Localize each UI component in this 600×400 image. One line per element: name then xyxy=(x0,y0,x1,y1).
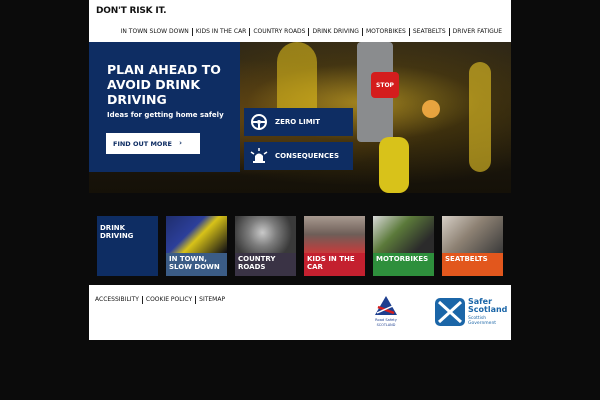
hero-subtitle: Ideas for getting home safely xyxy=(107,111,224,119)
tile-in-town-slow-down[interactable]: IN TOWN, SLOW DOWN xyxy=(166,216,227,276)
site-logo[interactable]: DON'T RISK IT. xyxy=(96,6,166,16)
gov-line-2: Government xyxy=(468,321,497,326)
tile-label: MOTORBIKES xyxy=(373,253,434,276)
site-footer: ACCESSIBILITY COOKIE POLICY SITEMAP Road… xyxy=(89,285,511,340)
saltire-icon xyxy=(435,298,465,326)
tile-image xyxy=(442,216,503,253)
tile-image xyxy=(373,216,434,253)
nav-item-motorbikes[interactable]: MOTORBIKES xyxy=(361,28,409,36)
road-safety-scotland-text: SCOTLAND xyxy=(377,323,396,327)
nav-item-seatbelts[interactable]: SEATBELTS xyxy=(408,28,449,36)
zero-limit-label: ZERO LIMIT xyxy=(275,118,321,126)
steering-wheel-icon xyxy=(249,112,269,132)
hero-background-rail xyxy=(469,62,491,172)
nav-item-country-roads[interactable]: COUNTRY ROADS xyxy=(249,28,308,36)
consequences-button[interactable]: CONSEQUENCES xyxy=(244,142,353,170)
tile-kids-in-the-car[interactable]: KIDS IN THE CAR xyxy=(304,216,365,276)
hero-stop-button-image: STOP xyxy=(371,72,399,98)
tile-seatbelts[interactable]: SEATBELTS xyxy=(442,216,503,276)
hero-pole-handle xyxy=(379,137,409,193)
tile-drink-driving[interactable]: DRINK DRIVING xyxy=(97,216,158,276)
tile-image xyxy=(235,216,296,253)
tile-country-roads[interactable]: COUNTRY ROADS xyxy=(235,216,296,276)
tile-label: COUNTRY ROADS xyxy=(235,253,296,276)
footer-links: ACCESSIBILITY COOKIE POLICY SITEMAP xyxy=(95,296,228,304)
tile-label: KIDS IN THE CAR xyxy=(304,253,365,276)
hero-background-light xyxy=(422,100,440,118)
scottish-government-text: Scottish Government xyxy=(468,316,496,326)
hero-title: PLAN AHEAD TO AVOID DRINK DRIVING xyxy=(107,62,221,107)
hero-promo-box: PLAN AHEAD TO AVOID DRINK DRIVING Ideas … xyxy=(89,42,240,172)
tile-motorbikes[interactable]: MOTORBIKES xyxy=(373,216,434,276)
find-out-more-button[interactable]: FIND OUT MORE › xyxy=(106,133,200,154)
nav-item-kids-in-the-car[interactable]: KIDS IN THE CAR xyxy=(191,28,250,36)
consequences-label: CONSEQUENCES xyxy=(275,152,340,160)
safer-scotland-text: Safer Scotland xyxy=(468,297,508,314)
road-safety-scotland-logo[interactable]: Road Safety SCOTLAND xyxy=(373,295,399,331)
tile-label: SEATBELTS xyxy=(442,253,503,276)
main-nav: IN TOWN SLOW DOWN KIDS IN THE CAR COUNTR… xyxy=(118,28,505,36)
footer-link-cookie-policy[interactable]: COOKIE POLICY xyxy=(141,296,195,304)
tile-label: DRINK DRIVING xyxy=(100,224,134,240)
tile-image xyxy=(166,216,227,253)
find-out-more-label: FIND OUT MORE xyxy=(113,139,172,148)
page: DON'T RISK IT. IN TOWN SLOW DOWN KIDS IN… xyxy=(89,0,511,340)
footer-link-sitemap[interactable]: SITEMAP xyxy=(195,296,228,304)
chevron-right-icon: › xyxy=(179,139,182,147)
road-safety-text: Road Safety xyxy=(375,318,398,322)
siren-light-icon xyxy=(249,146,269,166)
hero-banner: STOP PLAN AHEAD TO AVOID DRINK DRIVING I… xyxy=(89,42,511,193)
tile-label: IN TOWN, SLOW DOWN xyxy=(166,253,227,276)
nav-item-drink-driving[interactable]: DRINK DRIVING xyxy=(308,28,361,36)
footer-link-accessibility[interactable]: ACCESSIBILITY xyxy=(95,296,142,304)
site-header: DON'T RISK IT. IN TOWN SLOW DOWN KIDS IN… xyxy=(89,0,511,42)
nav-item-in-town-slow-down[interactable]: IN TOWN SLOW DOWN xyxy=(118,28,192,36)
topic-tiles: DRINK DRIVING IN TOWN, SLOW DOWN COUNTRY… xyxy=(97,216,503,276)
safer-scotland-logo[interactable]: Safer Scotland Scottish Government xyxy=(435,298,507,328)
zero-limit-button[interactable]: ZERO LIMIT xyxy=(244,108,353,136)
nav-item-driver-fatigue[interactable]: DRIVER FATIGUE xyxy=(448,28,505,36)
tile-image xyxy=(304,216,365,253)
